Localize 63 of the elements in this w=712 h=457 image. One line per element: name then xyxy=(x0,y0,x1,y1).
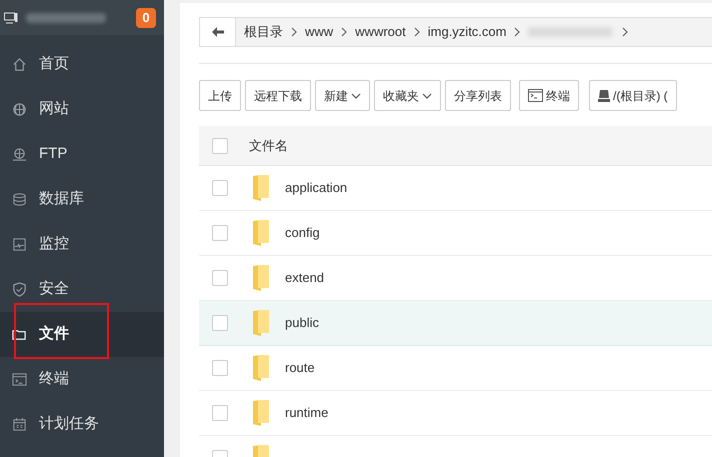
row-checkbox[interactable] xyxy=(212,360,228,376)
chevron-right-icon xyxy=(291,27,297,37)
sidebar-item[interactable]: 监控 xyxy=(0,222,164,267)
caret-icon xyxy=(422,92,432,98)
sidebar-item[interactable]: 安全 xyxy=(0,267,164,312)
toolbar-button[interactable]: 终端 xyxy=(519,80,579,111)
file-name[interactable]: route xyxy=(285,358,315,378)
toolbar-button[interactable]: 收藏夹 xyxy=(374,80,441,111)
chevron-right-icon xyxy=(622,27,628,37)
sidebar-item[interactable]: 网站 xyxy=(0,87,164,132)
folder-icon xyxy=(252,309,272,337)
sidebar-item[interactable]: 文件 xyxy=(0,312,164,357)
chevron-right-icon xyxy=(341,27,348,37)
toolbar-button[interactable]: 远程下载 xyxy=(245,80,311,111)
sidebar-item[interactable]: 数据库 xyxy=(0,177,164,222)
chevron-right-icon xyxy=(414,27,420,37)
folder-icon xyxy=(252,219,272,247)
row-checkbox[interactable] xyxy=(212,315,228,331)
file-name[interactable]: runtime xyxy=(285,403,328,423)
caret-icon xyxy=(351,92,361,98)
file-row[interactable]: public xyxy=(199,301,712,346)
row-checkbox[interactable] xyxy=(212,270,228,286)
folder-icon xyxy=(252,264,272,292)
file-name[interactable]: application xyxy=(285,178,348,198)
drive-icon xyxy=(598,90,610,102)
breadcrumb-link[interactable]: 根目录 xyxy=(236,22,291,42)
file-name[interactable]: config xyxy=(285,223,320,243)
terminal-icon xyxy=(12,372,27,387)
shield-icon xyxy=(12,282,27,297)
chart-monitor-icon xyxy=(12,237,27,252)
breadcrumb-link[interactable]: img.yzitc.com xyxy=(420,22,514,42)
sidebar-item[interactable]: 终端 xyxy=(0,357,164,402)
home-icon xyxy=(12,57,27,72)
database-icon xyxy=(12,192,27,207)
network-globe-icon xyxy=(12,147,27,162)
notification-badge: 0 xyxy=(136,8,156,28)
back-button[interactable] xyxy=(200,18,236,46)
breadcrumb-link[interactable]: www xyxy=(297,22,342,42)
globe-icon xyxy=(12,102,27,117)
toolbar-button[interactable]: 分享列表 xyxy=(445,80,511,111)
folder-icon xyxy=(252,399,272,427)
sidebar-item[interactable]: FTP xyxy=(0,132,164,177)
computer-icon xyxy=(4,10,18,24)
folder-icon xyxy=(252,354,272,382)
back-arrow-icon xyxy=(212,27,224,37)
folder-icon xyxy=(12,327,27,342)
file-name[interactable]: public xyxy=(285,313,319,333)
chevron-right-icon xyxy=(514,27,520,37)
toolbar-button[interactable]: 新建 xyxy=(315,80,370,111)
column-header: 文件名 xyxy=(249,136,288,155)
calendar-icon xyxy=(12,417,27,432)
terminal-icon xyxy=(528,89,543,102)
row-checkbox[interactable] xyxy=(212,180,228,196)
select-all-checkbox[interactable] xyxy=(212,138,228,154)
sidebar-item[interactable]: 计划任务 xyxy=(0,402,164,447)
sidebar-item[interactable]: 首页 xyxy=(0,42,164,87)
file-name[interactable]: extend xyxy=(285,268,324,288)
breadcrumb-link[interactable]: wwwroot xyxy=(347,22,414,42)
folder-icon xyxy=(252,174,272,202)
toolbar-button[interactable]: /(根目录) ( xyxy=(589,80,677,111)
row-checkbox[interactable] xyxy=(212,225,228,241)
row-checkbox[interactable] xyxy=(212,405,228,421)
toolbar-button[interactable]: 上传 xyxy=(199,80,241,111)
